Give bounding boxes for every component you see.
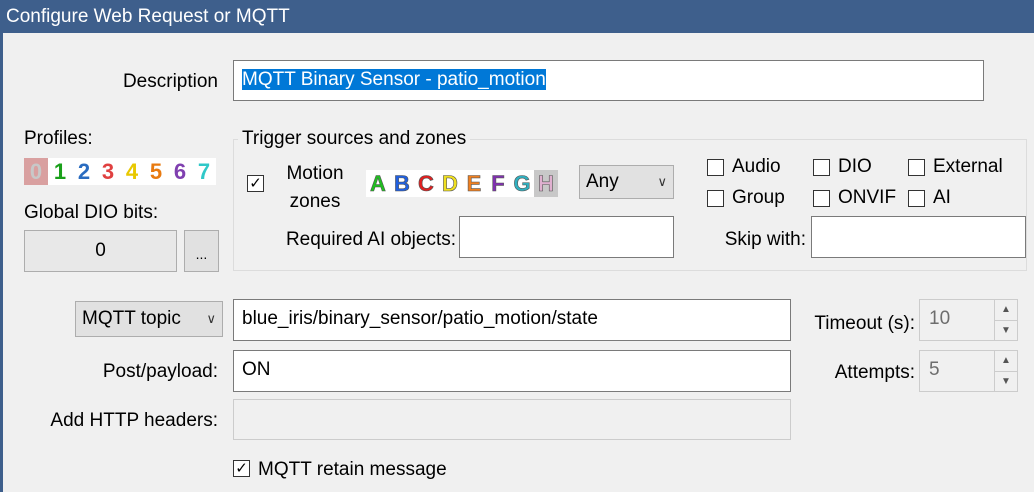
headers-label: Add HTTP headers: — [50, 410, 218, 431]
onvif-label: ONVIF — [838, 187, 897, 208]
request-type-value: MQTT topic — [82, 308, 181, 329]
group-label: Group — [732, 187, 785, 208]
motion-zones-checkbox[interactable]: ✓ — [247, 175, 264, 192]
timeout-label: Timeout (s): — [814, 313, 915, 334]
spin-up-icon[interactable]: ▲ — [995, 300, 1017, 320]
profile-selector[interactable]: 01234567 — [24, 158, 216, 185]
spin-down-icon[interactable]: ▼ — [995, 319, 1017, 341]
window-border — [0, 33, 3, 492]
payload-label: Post/payload: — [102, 361, 218, 382]
dio-label: Global DIO bits: — [24, 202, 159, 223]
profile-5[interactable]: 5 — [144, 158, 168, 185]
zone-selector[interactable]: ABCDEFGH — [366, 170, 558, 197]
dio-checkbox[interactable] — [813, 159, 830, 176]
description-input[interactable]: MQTT Binary Sensor - patio_motion — [233, 60, 984, 101]
zone-d[interactable]: D — [438, 170, 462, 197]
zone-b[interactable]: B — [390, 170, 414, 197]
timeout-value: 10 — [929, 308, 951, 329]
group-checkbox[interactable] — [707, 190, 724, 207]
skip-with-input[interactable] — [811, 216, 1026, 258]
profile-3[interactable]: 3 — [96, 158, 120, 185]
payload-input[interactable]: ON — [233, 350, 791, 392]
ai-objects-input[interactable] — [459, 216, 674, 258]
skip-with-label: Skip with: — [724, 229, 806, 250]
dio-bits-button[interactable]: ... — [184, 230, 219, 272]
external-label: External — [933, 156, 1003, 177]
retain-label: MQTT retain message — [258, 459, 447, 480]
profile-4[interactable]: 4 — [120, 158, 144, 185]
headers-input[interactable] — [233, 399, 791, 440]
zone-e[interactable]: E — [462, 170, 486, 197]
onvif-checkbox[interactable] — [813, 190, 830, 207]
zone-a[interactable]: A — [366, 170, 390, 197]
motion-label-line2: zones — [289, 191, 341, 212]
audio-checkbox[interactable] — [707, 159, 724, 176]
description-value: MQTT Binary Sensor - patio_motion — [242, 69, 546, 90]
retain-checkbox[interactable]: ✓ — [233, 460, 250, 477]
timeout-spinner[interactable]: 10 ▲ ▼ — [919, 299, 1018, 341]
description-label: Description — [122, 71, 218, 92]
zone-f[interactable]: F — [486, 170, 510, 197]
title-bar: Configure Web Request or MQTT — [0, 0, 1034, 33]
attempts-label: Attempts: — [834, 362, 915, 383]
dio-label: DIO — [838, 156, 872, 177]
attempts-value: 5 — [929, 359, 940, 380]
chevron-down-icon: ∨ — [206, 311, 216, 326]
topic-input[interactable]: blue_iris/binary_sensor/patio_motion/sta… — [233, 299, 791, 341]
trigger-legend: Trigger sources and zones — [238, 128, 471, 150]
dio-bits-field[interactable]: 0 — [24, 230, 177, 272]
profile-2[interactable]: 2 — [72, 158, 96, 185]
zone-mode-select[interactable]: Any ∨ — [579, 165, 674, 199]
zone-g[interactable]: G — [510, 170, 534, 197]
spin-up-icon[interactable]: ▲ — [995, 351, 1017, 371]
profile-6[interactable]: 6 — [168, 158, 192, 185]
request-type-select[interactable]: MQTT topic ∨ — [75, 301, 223, 337]
external-checkbox[interactable] — [908, 159, 925, 176]
profile-7[interactable]: 7 — [192, 158, 216, 185]
ai-objects-label: Required AI objects: — [285, 229, 456, 250]
profiles-label: Profiles: — [24, 128, 93, 149]
audio-label: Audio — [732, 156, 781, 177]
spin-down-icon[interactable]: ▼ — [995, 370, 1017, 392]
zone-h[interactable]: H — [534, 170, 558, 197]
attempts-spinner[interactable]: 5 ▲ ▼ — [919, 350, 1018, 392]
motion-zones-label: Motion zones — [270, 160, 360, 216]
motion-label-line1: Motion — [286, 163, 344, 184]
profile-1[interactable]: 1 — [48, 158, 72, 185]
ai-label: AI — [933, 187, 951, 208]
ai-checkbox[interactable] — [908, 190, 925, 207]
zone-c[interactable]: C — [414, 170, 438, 197]
zone-mode-value: Any — [586, 171, 619, 192]
profile-0[interactable]: 0 — [24, 158, 48, 185]
chevron-down-icon: ∨ — [657, 174, 667, 189]
